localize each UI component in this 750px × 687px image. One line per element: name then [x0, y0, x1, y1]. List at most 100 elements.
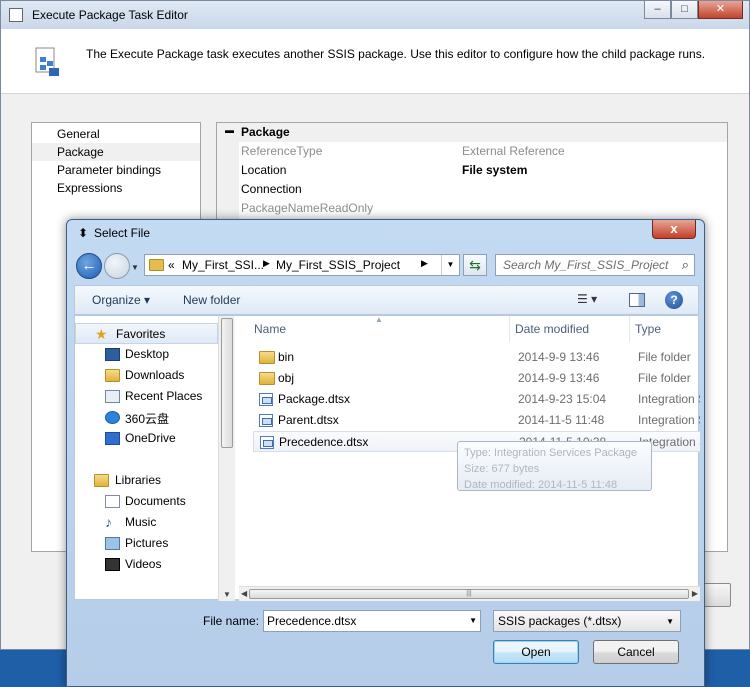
file-list-horizontal-scrollbar[interactable]: ◀ ||| ▶	[239, 586, 700, 601]
star-icon: ★	[95, 326, 108, 342]
videos-icon	[105, 558, 120, 571]
nav-item-favorites[interactable]: ★ Favorites	[75, 323, 218, 344]
breadcrumb-separator-icon[interactable]: ▶	[263, 258, 270, 269]
column-header-type[interactable]: Type	[635, 322, 661, 336]
command-toolbar: Organize ▾ New folder ☰ ▾ ?	[74, 285, 699, 315]
dialog-close-button[interactable]: x	[652, 220, 696, 239]
organize-button[interactable]: Organize ▾	[92, 293, 150, 307]
nav-item-libraries[interactable]: Libraries	[75, 470, 218, 491]
downloads-icon	[105, 369, 120, 382]
address-bar[interactable]: « My_First_SSI... ▶ My_First_SSIS_Projec…	[144, 254, 460, 276]
column-header-name[interactable]: Name	[254, 322, 286, 336]
close-button[interactable]: ✕	[698, 1, 743, 19]
file-type-select[interactable]: SSIS packages (*.dtsx) ▼	[493, 610, 681, 632]
libraries-icon	[94, 474, 109, 487]
file-info-tooltip: Type: Integration Services Package Size:…	[457, 441, 652, 491]
maximize-button[interactable]: □	[671, 1, 698, 19]
dtsx-file-icon	[259, 393, 273, 406]
file-name-label: File name:	[203, 614, 260, 628]
open-button[interactable]: Open	[493, 640, 579, 664]
folder-icon	[149, 259, 164, 271]
tooltip-date-modified: Date modified: 2014-11-5 11:48	[464, 479, 618, 491]
breadcrumb-overflow[interactable]: «	[168, 258, 175, 272]
tooltip-type: Type: Integration Services Package	[464, 447, 638, 459]
collapse-icon[interactable]: ▬	[225, 125, 234, 135]
back-arrow-icon[interactable]: ←	[76, 253, 102, 279]
editor-nav-expressions[interactable]: Expressions	[32, 179, 200, 197]
search-box[interactable]: Search My_First_SSIS_Project ⌕	[495, 254, 695, 276]
nav-pane-scroll-thumb[interactable]	[221, 318, 233, 448]
new-folder-button[interactable]: New folder	[183, 293, 240, 307]
folder-icon	[259, 372, 275, 385]
file-row-parent-dtsx[interactable]: Parent.dtsx 2014-11-5 11:48 Integration …	[253, 410, 700, 431]
dialog-title: Select File	[94, 226, 151, 240]
nav-item-recent-places[interactable]: Recent Places	[75, 386, 218, 407]
editor-titlebar: Execute Package Task Editor – □ ✕	[1, 1, 749, 29]
editor-header: The Execute Package task executes anothe…	[1, 29, 749, 94]
property-category-package[interactable]: ▬ Package	[217, 123, 727, 142]
breadcrumb-separator-icon[interactable]: ▶	[421, 258, 428, 269]
editor-nav-parameter-bindings[interactable]: Parameter bindings	[32, 161, 200, 179]
file-name-dropdown-icon[interactable]: ▼	[469, 616, 477, 625]
dialog-window-icon: ⬍	[78, 226, 89, 240]
scroll-left-icon[interactable]: ◀	[241, 589, 247, 598]
column-divider	[509, 316, 510, 342]
horizontal-scroll-thumb[interactable]: |||	[249, 589, 689, 599]
recent-locations-dropdown[interactable]: ▼	[131, 263, 139, 272]
file-row-package-dtsx[interactable]: Package.dtsx 2014-9-23 15:04 Integration…	[253, 389, 700, 410]
editor-nav-general[interactable]: General	[32, 125, 200, 143]
dtsx-file-icon	[260, 436, 274, 449]
file-type-dropdown-icon[interactable]: ▼	[666, 617, 674, 626]
breadcrumb-parent[interactable]: My_First_SSI...	[182, 258, 264, 272]
nav-item-music[interactable]: ♪ Music	[75, 512, 218, 533]
file-name-combobox[interactable]: ▼	[263, 610, 481, 632]
scroll-down-icon[interactable]: ▼	[223, 590, 231, 599]
scroll-right-icon[interactable]: ▶	[692, 589, 698, 598]
recent-places-icon	[105, 390, 120, 403]
pictures-icon	[105, 537, 120, 550]
nav-pane-scrollbar[interactable]: ▼	[218, 316, 235, 601]
window-app-icon	[9, 8, 23, 22]
search-input[interactable]: Search My_First_SSIS_Project	[503, 258, 668, 272]
preview-pane-icon[interactable]	[629, 293, 645, 307]
nav-item-documents[interactable]: Documents	[75, 491, 218, 512]
forward-arrow-icon[interactable]	[104, 253, 130, 279]
property-row-referencetype[interactable]: ReferenceType External Reference	[217, 142, 727, 161]
column-header-date-modified[interactable]: Date modified	[515, 322, 589, 336]
onedrive-icon	[105, 432, 120, 445]
nav-item-pictures[interactable]: Pictures	[75, 533, 218, 554]
file-name-input[interactable]	[267, 613, 457, 629]
column-headers: ▲ Name Date modified Type	[239, 316, 700, 342]
documents-icon	[105, 495, 120, 508]
editor-title: Execute Package Task Editor	[32, 8, 188, 22]
nav-item-videos[interactable]: Videos	[75, 554, 218, 575]
minimize-button[interactable]: –	[644, 1, 671, 19]
cancel-button[interactable]: Cancel	[593, 640, 679, 664]
property-row-location[interactable]: Location File system	[217, 161, 727, 180]
change-view-icon[interactable]: ☰ ▾	[577, 292, 615, 310]
breadcrumb-current[interactable]: My_First_SSIS_Project	[276, 258, 400, 272]
property-row-connection[interactable]: Connection	[217, 180, 727, 199]
file-row-bin[interactable]: bin 2014-9-9 13:46 File folder	[253, 347, 700, 368]
editor-description: The Execute Package task executes anothe…	[86, 47, 706, 61]
sort-ascending-icon: ▲	[375, 316, 383, 324]
package-task-icon	[35, 47, 59, 76]
music-icon: ♪	[105, 514, 112, 530]
property-row-packagenamereadonly[interactable]: PackageNameReadOnly	[217, 199, 727, 218]
nav-item-onedrive[interactable]: OneDrive	[75, 428, 218, 449]
nav-item-downloads[interactable]: Downloads	[75, 365, 218, 386]
folder-icon	[259, 351, 275, 364]
refresh-icon[interactable]: ⇆	[463, 254, 487, 276]
nav-item-desktop[interactable]: Desktop	[75, 344, 218, 365]
help-icon[interactable]: ?	[665, 291, 683, 309]
nav-item-360-cloud[interactable]: 360云盘	[75, 407, 218, 428]
dtsx-file-icon	[259, 414, 273, 427]
tooltip-size: Size: 677 bytes	[464, 463, 540, 475]
file-type-value: SSIS packages (*.dtsx)	[498, 614, 622, 628]
desktop-icon	[105, 348, 120, 361]
navigation-pane: ★ Favorites Desktop Downloads Recent Pla…	[75, 316, 235, 601]
editor-nav-package[interactable]: Package	[32, 143, 200, 161]
search-icon[interactable]: ⌕	[682, 257, 689, 273]
address-dropdown-icon[interactable]: ▼	[441, 255, 459, 275]
file-row-obj[interactable]: obj 2014-9-9 13:46 File folder	[253, 368, 700, 389]
